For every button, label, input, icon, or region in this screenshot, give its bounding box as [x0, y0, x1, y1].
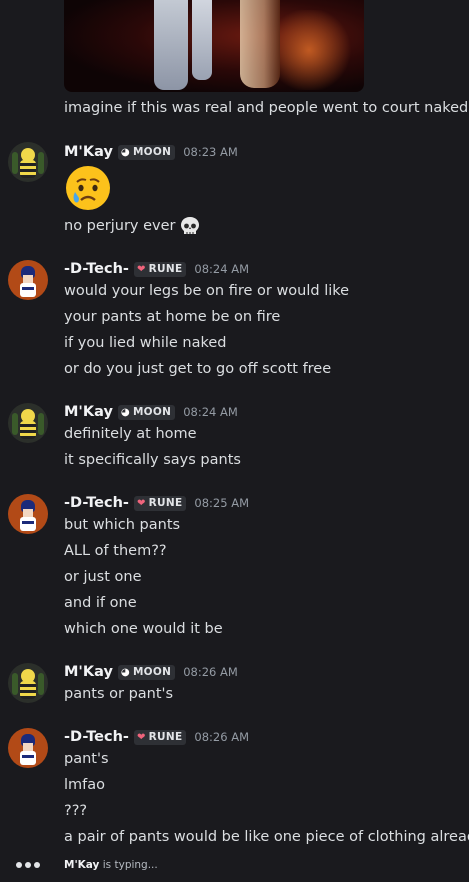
- guild-tag-badge[interactable]: ◕ MOON: [117, 664, 176, 680]
- attached-image[interactable]: [64, 0, 364, 92]
- message-text: a pair of pants would be like one piece …: [64, 829, 469, 845]
- message-text: and if one: [64, 595, 137, 611]
- message-text: no perjury ever: [64, 216, 200, 236]
- typing-indicator: M'Kay is typing...: [0, 850, 469, 882]
- message-text: but which pants: [64, 517, 181, 533]
- typing-suffix: is typing...: [102, 859, 158, 871]
- moon-icon: ◕: [120, 666, 130, 678]
- message-text: definitely at home: [64, 426, 197, 442]
- message-header: -D-Tech- ❤ RUNE 08:24 AM: [64, 259, 249, 279]
- avatar[interactable]: [8, 728, 48, 768]
- message-text: pants or pant's: [64, 686, 174, 702]
- heart-icon: ❤: [136, 497, 146, 509]
- message-text: or do you just get to go off scott free: [64, 361, 332, 377]
- image-figure: [192, 0, 212, 80]
- moon-icon: ◕: [120, 406, 130, 418]
- username[interactable]: -D-Tech-: [64, 261, 129, 277]
- image-figure: [240, 0, 280, 88]
- avatar[interactable]: [8, 260, 48, 300]
- message-list: imagine if this was real and people went…: [0, 0, 469, 850]
- message-text: or just one: [64, 569, 142, 585]
- typing-text: M'Kay is typing...: [64, 859, 158, 871]
- message-header: M'Kay ◕ MOON 08:23 AM: [64, 142, 238, 162]
- avatar[interactable]: [8, 494, 48, 534]
- guild-tag-badge[interactable]: ❤ RUNE: [133, 261, 187, 277]
- message-text: lmfao: [64, 777, 106, 793]
- crying-face-emoji: [66, 166, 110, 210]
- username[interactable]: M'Kay: [64, 144, 113, 160]
- guild-tag-badge[interactable]: ◕ MOON: [117, 404, 176, 420]
- typing-username: M'Kay: [64, 859, 100, 871]
- message-text-content: no perjury ever: [64, 218, 176, 234]
- message-header: M'Kay ◕ MOON 08:24 AM: [64, 402, 238, 422]
- moon-icon: ◕: [120, 146, 130, 158]
- message-text: it specifically says pants: [64, 452, 241, 468]
- guild-tag-badge[interactable]: ❤ RUNE: [133, 495, 187, 511]
- image-figure: [154, 0, 188, 90]
- typing-dots-icon: [16, 862, 40, 868]
- avatar[interactable]: [8, 403, 48, 443]
- timestamp[interactable]: 08:26 AM: [194, 730, 249, 744]
- message-header: M'Kay ◕ MOON 08:26 AM: [64, 662, 238, 682]
- timestamp[interactable]: 08:24 AM: [194, 262, 249, 276]
- username[interactable]: M'Kay: [64, 404, 113, 420]
- guild-tag-badge[interactable]: ❤ RUNE: [133, 729, 187, 745]
- username[interactable]: M'Kay: [64, 664, 113, 680]
- avatar[interactable]: [8, 663, 48, 703]
- avatar[interactable]: [8, 142, 48, 182]
- message-header: -D-Tech- ❤ RUNE 08:25 AM: [64, 493, 249, 513]
- message-text: ALL of them??: [64, 543, 167, 559]
- message-text: which one would it be: [64, 621, 223, 637]
- guild-tag-badge[interactable]: ◕ MOON: [117, 144, 176, 160]
- message-text: would your legs be on fire or would like: [64, 283, 350, 299]
- heart-icon: ❤: [136, 731, 146, 743]
- message-text: your pants at home be on fire: [64, 309, 281, 325]
- message-text: pant's: [64, 751, 109, 767]
- timestamp[interactable]: 08:24 AM: [183, 405, 238, 419]
- message-text: ???: [64, 803, 88, 819]
- timestamp[interactable]: 08:26 AM: [183, 665, 238, 679]
- message-text: if you lied while naked: [64, 335, 227, 351]
- skull-emoji: [180, 217, 199, 234]
- username[interactable]: -D-Tech-: [64, 495, 129, 511]
- heart-icon: ❤: [136, 263, 146, 275]
- username[interactable]: -D-Tech-: [64, 729, 129, 745]
- message-header: -D-Tech- ❤ RUNE 08:26 AM: [64, 727, 249, 747]
- message-text: imagine if this was real and people went…: [64, 100, 469, 116]
- timestamp[interactable]: 08:23 AM: [183, 145, 238, 159]
- timestamp[interactable]: 08:25 AM: [194, 496, 249, 510]
